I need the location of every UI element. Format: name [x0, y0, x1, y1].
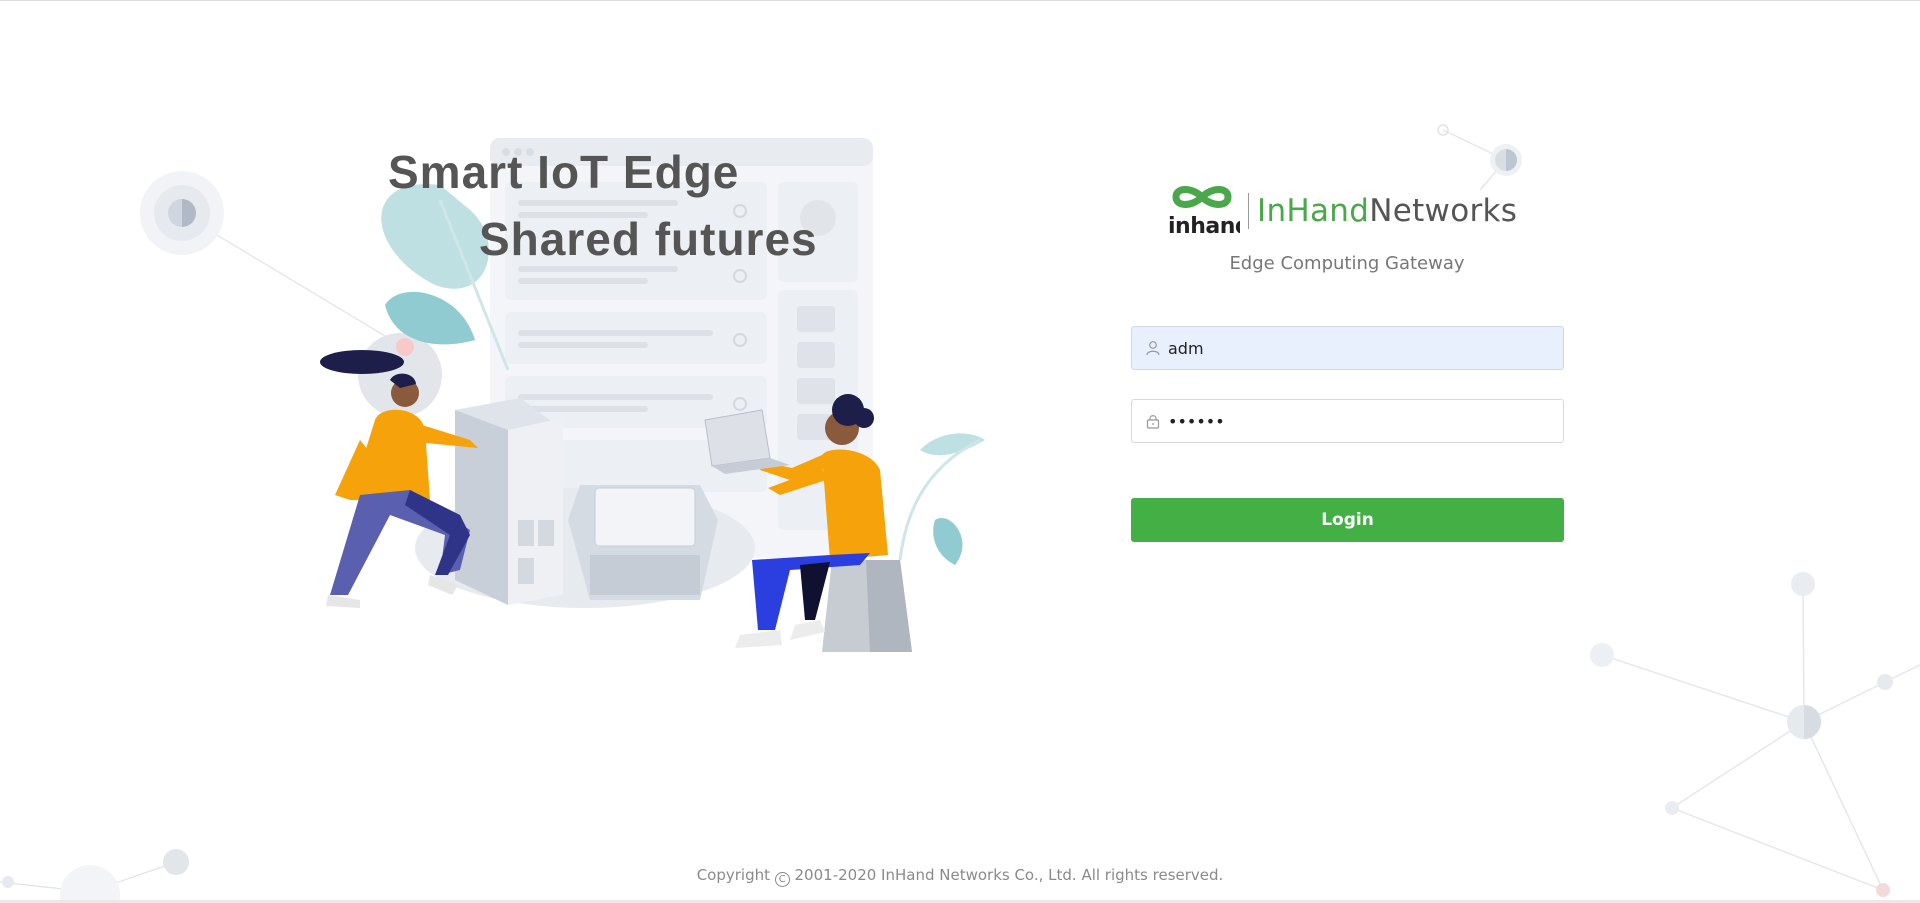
user-icon: [1146, 341, 1160, 356]
login-button[interactable]: Login: [1131, 498, 1564, 542]
username-input[interactable]: [1168, 328, 1563, 368]
brand-wordmark-networks: Networks: [1369, 192, 1518, 229]
brand-divider: [1248, 193, 1249, 229]
hero-slogan-line-1: Smart IoT Edge: [388, 146, 740, 198]
footer-copyright: Copyright C 2001-2020 InHand Networks Co…: [696, 866, 1224, 887]
brand-wordmark-inhand: InHand: [1257, 192, 1370, 229]
svg-text:inhand: inhand: [1168, 214, 1240, 239]
brand-header: inhand InHandNetworks: [1168, 183, 1517, 239]
copyright-text: 2001-2020 InHand Networks Co., Ltd. All …: [789, 866, 1224, 884]
password-field[interactable]: [1131, 399, 1564, 443]
password-input[interactable]: [1168, 401, 1563, 441]
network-graph-left: [0, 213, 401, 893]
username-field[interactable]: [1131, 326, 1564, 370]
background-decoration: [0, 124, 1920, 903]
brand-wordmark: InHandNetworks: [1257, 192, 1518, 229]
product-name: Edge Computing Gateway: [1229, 253, 1465, 274]
inhand-logo: inhand: [1168, 186, 1240, 239]
hero-slogan-line-2: Shared futures: [479, 213, 818, 265]
lock-icon: [1146, 415, 1160, 429]
copyright-symbol: C: [774, 872, 790, 887]
